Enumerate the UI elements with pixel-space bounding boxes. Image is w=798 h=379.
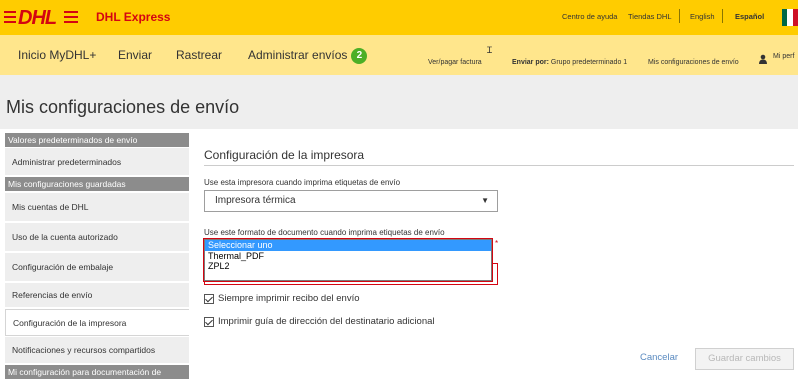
logo-stripe [4,16,16,18]
sidebar-header-saved: Mis configuraciones guardadas [5,177,189,191]
sidebar-header-documentation: Mi configuración para documentación de [5,365,189,379]
ship-by-value: Grupo predeterminado 1 [550,59,628,66]
app-root: DHL DHL Express Centro de ayuda Tiendas … [0,0,798,379]
sidebar-item-references[interactable]: Referencias de envío [5,283,189,308]
logo-stripe [4,11,16,13]
divider [679,9,680,23]
nav-home[interactable]: Inicio MyDHL+ [18,48,96,62]
format-option[interactable]: Thermal_PDF [205,251,491,262]
print-receipt-label: Siempre imprimir recibo del envío [218,293,360,304]
product-name: DHL Express [96,10,171,24]
sidebar-header-defaults: Valores predeterminados de envío [5,133,189,147]
stores-link[interactable]: Tiendas DHL [628,12,672,21]
user-icon[interactable] [758,54,768,64]
print-receipt-checkbox[interactable] [204,293,214,304]
nav-track[interactable]: Rastrear [176,48,222,62]
section-divider [204,165,794,166]
count-badge: 2 [351,48,368,64]
sidebar-item-notifications[interactable]: Notificaciones y recursos compartidos [5,337,189,364]
logo-stripe [64,11,78,13]
sidebar-item-printer[interactable]: Configuración de la impresora [5,309,189,336]
nav-manage-shipments[interactable]: Administrar envíos 2 [248,48,368,64]
lang-spanish-link[interactable]: Español [735,12,764,21]
print-receipt-option[interactable]: Siempre imprimir recibo del envío [204,293,360,304]
mexico-flag-icon [782,9,798,26]
nav-manage-label: Administrar envíos [248,48,348,62]
format-label: Use este formato de documento cuando imp… [204,228,445,237]
print-guide-checkbox[interactable] [204,316,214,327]
printer-select[interactable]: Impresora térmica ▼ [204,190,498,212]
page-title: Mis configuraciones de envío [6,97,240,117]
ship-by-label: Enviar por: [512,59,549,66]
sidebar-item-accounts[interactable]: Mis cuentas de DHL [5,193,189,222]
dhl-logo[interactable]: DHL [4,8,78,28]
format-option[interactable]: ZPL2 [205,261,491,272]
format-dropdown-list[interactable]: Seleccionar uno Thermal_PDF ZPL2 [204,239,492,281]
logo-stripe [4,21,16,23]
section-title: Configuración de la impresora [204,148,365,162]
cancel-link[interactable]: Cancelar [640,352,678,363]
nav-ship[interactable]: Enviar [118,48,152,62]
sidebar-item-manage-defaults[interactable]: Administrar predeterminados [5,148,189,176]
chevron-down-icon: ▼ [481,196,489,205]
printer-label: Use esta impresora cuando imprima etique… [204,178,401,187]
print-guide-label: Imprimir guía de dirección del destinata… [218,316,435,327]
divider [722,9,723,23]
logo-stripe [64,21,78,23]
top-bar: DHL DHL Express Centro de ayuda Tiendas … [0,0,798,35]
profile-link[interactable]: Mi perf [773,53,794,60]
shipping-settings-link[interactable]: Mis configuraciones de envío [648,59,739,66]
ship-by-selector[interactable]: Enviar por: Grupo predeterminado 1 [512,59,627,66]
main-nav: Inicio MyDHL+ Enviar Rastrear Administra… [0,35,798,75]
help-link[interactable]: Centro de ayuda [562,12,617,21]
logo-stripe [64,16,78,18]
sidebar-item-authorized-use[interactable]: Uso de la cuenta autorizado [5,223,189,252]
text-cursor-icon: Ɪ [487,45,493,55]
print-guide-option[interactable]: Imprimir guía de dirección del destinata… [204,316,435,327]
sidebar-item-packaging[interactable]: Configuración de embalaje [5,253,189,282]
format-option[interactable]: Seleccionar uno [205,240,491,251]
lang-english-link[interactable]: English [690,12,715,21]
required-indicator: * [495,239,499,248]
invoice-link[interactable]: Ver/pagar factura [428,59,482,66]
save-changes-button[interactable]: Guardar cambios [695,348,794,370]
dhl-logo-mark: DHL [4,8,78,28]
printer-select-value: Impresora térmica [215,195,296,206]
